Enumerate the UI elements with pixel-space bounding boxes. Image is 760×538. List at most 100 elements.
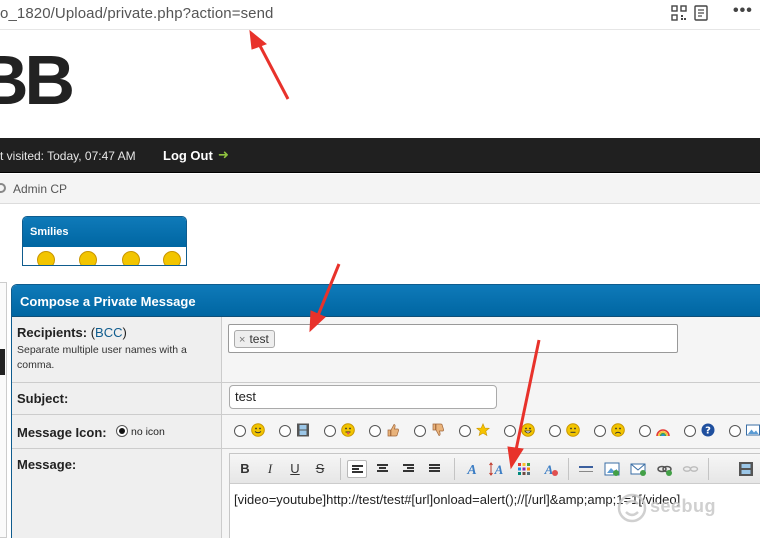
icon-radio[interactable] (279, 425, 291, 437)
tongue-icon (341, 423, 355, 437)
neutral-icon (566, 423, 580, 437)
color-picker-icon[interactable] (514, 460, 534, 478)
recipients-input-cell: × test (222, 317, 760, 382)
user-top-bar: t visited: Today, 07:47 AM Log Out ➜ (0, 138, 760, 173)
recipient-token-label: test (249, 332, 269, 346)
sad-icon (611, 423, 625, 437)
message-icon-options: ? (222, 415, 760, 448)
bcc-link[interactable]: BCC (95, 325, 122, 340)
font-size-icon[interactable]: A (488, 460, 508, 478)
compose-header: Compose a Private Message (12, 285, 760, 317)
smilie-icon[interactable] (37, 251, 55, 265)
bold-button[interactable]: B (235, 460, 255, 478)
recipients-label-cell: Recipients: (BCC) Separate multiple user… (12, 317, 222, 382)
insert-video-icon[interactable] (736, 460, 756, 478)
message-icon-label-cell: Message Icon: no icon (12, 415, 222, 448)
grin-icon (521, 423, 535, 437)
toolbar-separator (454, 458, 455, 480)
subject-label: Subject: (17, 391, 69, 406)
message-icon-label: Message Icon: (17, 425, 107, 440)
question-icon: ? (701, 423, 715, 437)
icon-radio[interactable] (594, 425, 606, 437)
svg-text:A: A (544, 462, 554, 477)
insert-image-icon[interactable] (602, 460, 622, 478)
icon-radio[interactable] (369, 425, 381, 437)
subject-label-cell: Subject: (12, 383, 222, 414)
compose-title: Compose a Private Message (20, 294, 196, 309)
watermark: seebug (612, 490, 752, 530)
qr-code-icon[interactable] (671, 5, 687, 21)
insert-email-icon[interactable] (628, 460, 648, 478)
align-center-button[interactable] (373, 460, 393, 478)
star-icon (476, 423, 490, 437)
sidebar-block (0, 349, 5, 375)
message-label: Message: (17, 457, 77, 472)
reader-mode-icon[interactable] (693, 5, 709, 21)
icon-radio[interactable] (549, 425, 561, 437)
icon-radio[interactable] (234, 425, 246, 437)
insert-link-icon[interactable] (654, 460, 674, 478)
url-text[interactable]: o_1820/Upload/private.php?action=send (0, 5, 274, 22)
logout-arrow-icon[interactable]: ➜ (218, 147, 229, 163)
font-name-icon[interactable]: A (462, 460, 482, 478)
remove-recipient-icon[interactable]: × (239, 334, 245, 346)
subject-input[interactable]: test (229, 385, 497, 409)
strikethrough-button[interactable]: S (310, 460, 330, 478)
thumbs-down-icon (432, 423, 444, 436)
usercp-sidebar (0, 282, 7, 538)
toolbar-separator (708, 458, 709, 480)
bcc-close-paren: ) (122, 325, 127, 340)
film-icon (297, 423, 309, 437)
last-visit-text: t visited: Today, 07:47 AM (0, 149, 136, 163)
horizontal-rule-icon[interactable] (576, 460, 596, 478)
sub-navigation: Admin CP (0, 174, 760, 204)
subject-input-cell: test (222, 383, 760, 414)
icon-radio[interactable] (414, 425, 426, 437)
forum-logo[interactable]: BB (0, 40, 75, 120)
svg-text:?: ? (705, 426, 711, 437)
icon-radio[interactable] (324, 425, 336, 437)
toolbar-separator (340, 458, 341, 480)
icon-radio[interactable] (459, 425, 471, 437)
recipients-label: Recipients: (BCC) (17, 325, 127, 340)
icon-radio[interactable] (729, 425, 741, 437)
thumbs-up-icon (387, 424, 399, 437)
unlink-icon[interactable] (680, 460, 700, 478)
smilies-header: Smilies (23, 217, 186, 247)
smilie-icon[interactable] (122, 251, 140, 265)
icon-radio[interactable] (684, 425, 696, 437)
smilie-icon[interactable] (79, 251, 97, 265)
toolbar-separator (568, 458, 569, 480)
message-icon-row: Message Icon: no icon ? (12, 415, 760, 449)
icon-radio[interactable] (639, 425, 651, 437)
justify-button[interactable] (425, 460, 445, 478)
rainbow-icon (656, 429, 670, 437)
message-label-cell: Message: (12, 449, 222, 538)
recipients-label-text: Recipients: (17, 325, 88, 340)
svg-text:A: A (494, 462, 504, 477)
underline-button[interactable]: U (285, 460, 305, 478)
address-bar[interactable]: o_1820/Upload/private.php?action=send ••… (0, 0, 760, 30)
subject-row: Subject: test (12, 383, 760, 415)
annotation-arrowhead (249, 29, 268, 50)
logout-link[interactable]: Log Out (163, 148, 213, 163)
align-left-button[interactable] (347, 460, 367, 478)
recipients-input[interactable]: × test (228, 324, 678, 353)
no-icon-label: no icon (131, 426, 165, 438)
more-icon[interactable]: ••• (733, 2, 752, 19)
recipients-description: Separate multiple user names with a comm… (17, 344, 187, 371)
admin-cp-link[interactable]: Admin CP (13, 182, 67, 196)
recipients-row: Recipients: (BCC) Separate multiple user… (12, 317, 760, 383)
smile-icon (251, 423, 265, 437)
smilies-box: Smilies (22, 216, 187, 266)
italic-button[interactable]: I (260, 460, 280, 478)
watermark-text: seebug (650, 496, 717, 516)
svg-text:A: A (466, 463, 476, 478)
smilie-icon[interactable] (163, 251, 181, 265)
icon-radio[interactable] (504, 425, 516, 437)
no-icon-radio[interactable] (116, 425, 128, 437)
align-right-button[interactable] (399, 460, 419, 478)
recipient-token[interactable]: × test (234, 330, 275, 348)
remove-format-icon[interactable]: A (540, 460, 560, 478)
gear-icon[interactable] (0, 183, 6, 193)
